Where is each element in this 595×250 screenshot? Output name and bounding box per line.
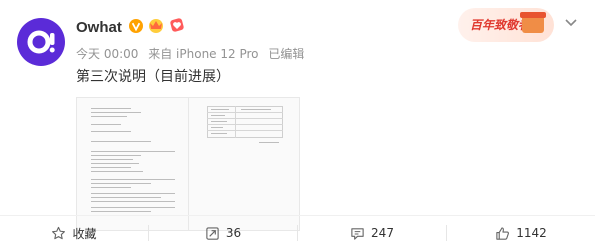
comment-button[interactable]: 247 [298,216,446,250]
star-icon [51,226,66,241]
post-text: 第三次说明（目前进展） [76,69,230,85]
weibo-post-card: Owhat 今天 00:00 来自 iPhone 12 Pro 已编辑 第三次说… [0,0,595,249]
avatar[interactable] [17,18,65,66]
repost-count: 36 [225,226,242,240]
repost-icon [205,226,220,241]
author-name[interactable]: Owhat [76,19,122,36]
favorite-button[interactable]: 收藏 [0,216,148,250]
verified-icon [128,18,143,37]
post-meta: 今天 00:00 来自 iPhone 12 Pro 已编辑 [76,45,304,62]
comment-count: 247 [371,226,394,240]
gift-icon [520,12,546,33]
owhat-logo-icon [27,30,55,54]
author-row: Owhat [76,17,185,37]
comment-icon [350,226,365,241]
heart-badge-icon[interactable] [169,17,185,37]
document-image-2[interactable] [188,97,300,231]
edited-label[interactable]: 已编辑 [268,47,304,61]
post-source: 来自 iPhone 12 Pro [148,47,259,61]
like-button[interactable]: 1142 [447,216,595,250]
chevron-down-icon[interactable] [564,14,578,33]
favorite-label: 收藏 [72,226,97,241]
promo-text: 百年致敬者 [470,18,531,32]
crown-badge-icon[interactable] [147,17,165,37]
like-icon [495,226,510,241]
repost-button[interactable]: 36 [149,216,297,250]
promo-banner[interactable]: 百年致敬者 [458,8,554,42]
post-time[interactable]: 今天 00:00 [76,47,138,61]
document-image-1[interactable] [76,97,189,231]
action-bar: 收藏 36 247 1142 [0,215,595,250]
like-count: 1142 [516,226,547,240]
